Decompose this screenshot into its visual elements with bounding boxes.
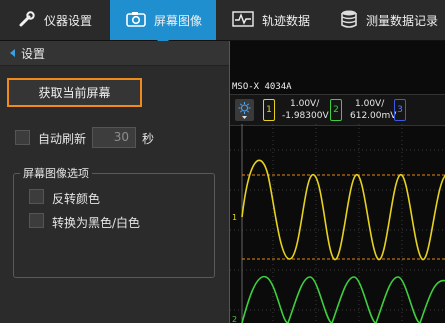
channel-1-marker: 1 xyxy=(232,213,237,222)
wrench-icon xyxy=(18,10,36,31)
tab-label: 轨迹数据 xyxy=(262,13,311,28)
invert-colors-label: 反转颜色 xyxy=(52,192,101,206)
black-white-checkbox[interactable] xyxy=(29,213,44,228)
breadcrumb[interactable]: 设置 xyxy=(0,41,229,66)
back-arrow-icon[interactable] xyxy=(10,49,15,57)
settings-panel: 设置 获取当前屏幕 自动刷新 30 秒 屏幕图像选项 反转颜色 转换为黑色/白色 xyxy=(0,41,229,323)
group-title: 屏幕图像选项 xyxy=(20,165,92,181)
capture-screen-label: 获取当前屏幕 xyxy=(38,86,111,100)
tab-instrument-settings[interactable]: 仪器设置 xyxy=(0,0,110,40)
tab-label: 仪器设置 xyxy=(44,13,93,28)
scope-screenshot: MSO-X 4034A 1 1.00V/ -1.98300V 2 1.00V/ … xyxy=(229,41,445,323)
tab-measurement-log[interactable]: 测量数据记录 xyxy=(334,0,445,40)
tab-label: 测量数据记录 xyxy=(366,13,439,28)
breadcrumb-label: 设置 xyxy=(21,46,46,61)
camera-icon xyxy=(126,11,146,30)
channel-2-trace xyxy=(241,276,445,323)
tab-bar: 仪器设置 屏幕图像 轨迹数据 测量数据记录 xyxy=(0,0,445,46)
channel-2-marker: 2 xyxy=(232,315,237,323)
invert-colors-checkbox[interactable] xyxy=(29,189,44,204)
auto-refresh-checkbox[interactable] xyxy=(15,130,30,145)
database-icon xyxy=(340,9,358,32)
waveform-icon xyxy=(232,10,254,30)
capture-screen-button[interactable]: 获取当前屏幕 xyxy=(7,78,142,107)
black-white-label: 转换为黑色/白色 xyxy=(52,216,141,230)
refresh-interval-input[interactable]: 30 xyxy=(92,127,136,148)
tab-trace-data[interactable]: 轨迹数据 xyxy=(220,0,326,40)
refresh-unit: 秒 xyxy=(142,132,155,146)
auto-refresh-label: 自动刷新 xyxy=(38,132,87,146)
tab-label: 屏幕图像 xyxy=(154,13,203,28)
waveform-display: 1 2 xyxy=(230,124,445,323)
tab-screen-image[interactable]: 屏幕图像 xyxy=(110,0,216,46)
